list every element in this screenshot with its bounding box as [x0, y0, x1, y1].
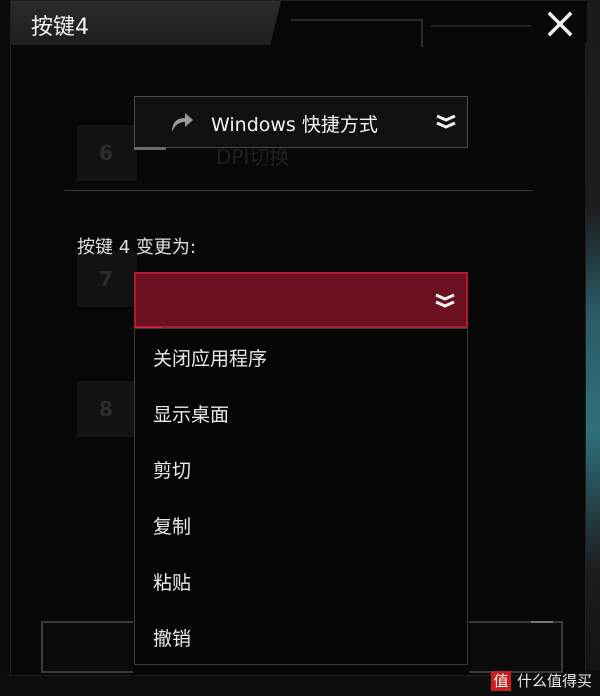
menu-item-undo[interactable]: 撤销 — [135, 609, 467, 665]
assignment-options-menu: 关闭应用程序 显示桌面 剪切 复制 粘贴 撤销 — [134, 328, 468, 665]
menu-item-paste[interactable]: 粘贴 — [135, 553, 467, 609]
background-app-edge — [586, 0, 600, 696]
dropdown-accent-bar — [134, 147, 166, 150]
titlebar-decoration-line — [431, 25, 531, 27]
key-assignment-dialog: 按键4 6 DPI切换 7 8 Windows 快捷方式 按键 4 变更为: 关… — [10, 0, 587, 676]
double-chevron-down-icon — [435, 293, 455, 308]
bottom-left-button[interactable] — [41, 621, 133, 673]
assignment-label: 按键 4 变更为: — [77, 237, 196, 258]
menu-item-cut[interactable]: 剪切 — [135, 441, 467, 497]
dialog-title: 按键4 — [31, 15, 89, 40]
close-button[interactable] — [545, 9, 575, 39]
assignment-select[interactable] — [134, 272, 468, 330]
background-key-tile: 7 — [77, 251, 137, 307]
double-chevron-down-icon — [436, 114, 456, 129]
menu-item-close-application[interactable]: 关闭应用程序 — [135, 329, 467, 385]
function-type-label: Windows 快捷方式 — [211, 114, 378, 136]
watermark-logo: 值 — [490, 670, 511, 691]
titlebar-decoration — [291, 19, 423, 47]
shortcut-arrow-icon — [172, 113, 193, 132]
bottom-right-button[interactable] — [469, 621, 563, 673]
background-key-tile: 8 — [77, 381, 137, 437]
dialog-titlebar: 按键4 — [11, 1, 587, 47]
close-icon — [547, 11, 573, 37]
background-key-tile: 6 — [77, 125, 137, 181]
menu-item-show-desktop[interactable]: 显示桌面 — [135, 385, 467, 441]
button-notch — [531, 621, 553, 623]
watermark: 值什么值得买 — [490, 670, 592, 692]
watermark-text: 什么值得买 — [516, 672, 592, 690]
function-type-dropdown[interactable]: Windows 快捷方式 — [134, 96, 468, 150]
section-divider — [65, 190, 533, 191]
menu-item-copy[interactable]: 复制 — [135, 497, 467, 553]
